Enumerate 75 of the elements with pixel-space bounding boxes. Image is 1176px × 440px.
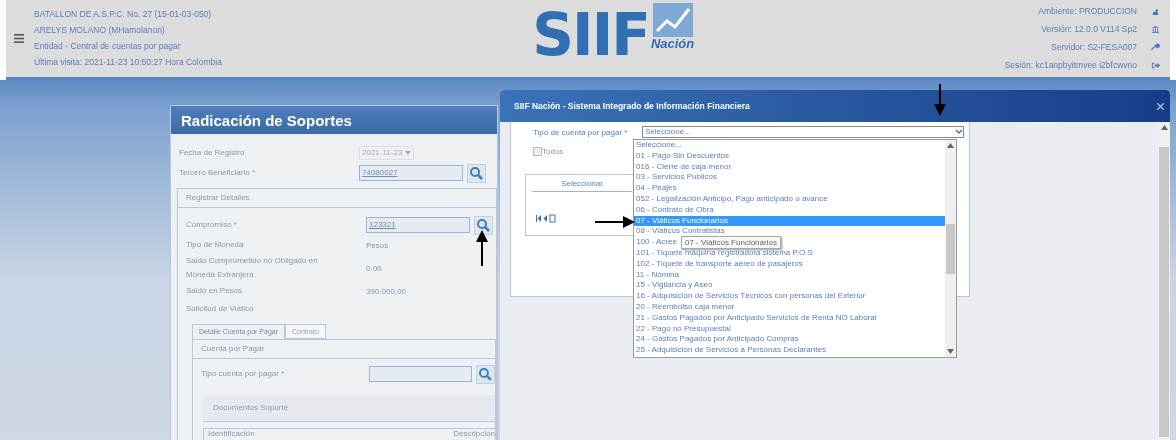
bank-icon[interactable] — [1151, 25, 1160, 34]
key-icon[interactable] — [1151, 43, 1160, 52]
scroll-thumb[interactable] — [1159, 147, 1169, 437]
dropdown-option[interactable]: 15 - Vigilancia y Aseo — [634, 280, 713, 292]
field-label: Compromiso * — [186, 219, 238, 231]
header-info-text: Sesión: kc1anpbyitmvee i2bfcwvno — [1004, 59, 1137, 72]
header-info-text: Ambiente: PRODUCCION — [1038, 5, 1137, 18]
up-arrow-icon — [476, 230, 488, 266]
dropdown-option[interactable]: 07 - Viáticos Funcionarios — [634, 215, 945, 227]
input-field[interactable]: 123321 — [366, 217, 470, 233]
field-value: 0.00 — [366, 263, 382, 273]
field-value: 390.000,00 — [366, 286, 407, 296]
dropdown-option[interactable]: 22 - Pago no Presupuestal — [634, 323, 731, 335]
dropdown-option[interactable]: 016 - Cierre de caja menor — [634, 161, 732, 173]
header-info-text: Servidor: S2-FESA007 — [1051, 41, 1137, 54]
dropdown-option[interactable]: Seleccione... — [634, 140, 682, 151]
dropdown-option[interactable]: 100 - Acree — [634, 237, 677, 248]
dropdown-option[interactable]: 01 - Pago Sin Descuentos — [634, 150, 729, 162]
search-icon[interactable] — [474, 215, 493, 235]
section-title: Documentos Soporte — [213, 402, 290, 414]
caret-icon[interactable] — [405, 151, 412, 155]
field-label: Fecha de Registro — [179, 147, 246, 159]
header-info-text: Última visita: 2021-11-23 10:50:27 Hora Colombia — [34, 56, 222, 69]
panel-title: Radicación de Soportes — [171, 106, 497, 134]
logo: SIIF Nación — [532, 2, 695, 71]
scroll-thumb[interactable] — [946, 223, 955, 274]
column-header: Descripción — [453, 429, 495, 440]
users-icon[interactable] — [1151, 7, 1160, 16]
dropdown-option[interactable]: 11 - Nómina — [634, 269, 679, 281]
dropdown-option[interactable]: 20 - Reembolso caja menor — [634, 301, 735, 313]
dropdown-option[interactable]: 06 - Contrato de Obra — [634, 204, 714, 216]
right-arrow-icon — [595, 216, 635, 228]
field-label: Tipo cuenta por pagar * — [201, 368, 286, 380]
dropdown-option[interactable]: 21 - Gastos Pagados por Anticipado Servicios de Renta NO Laboral — [634, 312, 877, 324]
section-title: Cuenta por Pagar — [201, 343, 266, 355]
close-icon[interactable] — [1157, 102, 1164, 110]
header-info-text: Versión: 12.0.0 V114 Sp2 — [1041, 23, 1137, 36]
dropdown-option[interactable]: 25 - Adquisicion de Servicios a Personas Declarantes — [634, 345, 826, 356]
dropdown-option[interactable]: 101 - Tiquete máquina registradora sistema P.O.S — [634, 247, 813, 259]
scroll-up-icon[interactable] — [947, 143, 954, 148]
dropdown-option[interactable]: 102 - Tiquete de transporte aéreo de pasajeros — [634, 258, 803, 270]
checkbox[interactable] — [533, 146, 542, 156]
type-select[interactable]: Seleccione... — [642, 126, 964, 138]
field-label: Saldo en Pesos — [186, 285, 244, 297]
field-label: Tercero Beneficiario * — [179, 167, 257, 179]
caret-icon[interactable] — [955, 129, 963, 135]
logout-icon[interactable] — [1151, 61, 1160, 70]
dropdown-option[interactable]: 08 - Viáticos Contratistas — [634, 226, 725, 238]
scrollbar[interactable] — [945, 140, 956, 357]
field-label: Solicitud de Viático — [186, 303, 255, 315]
menu-icon[interactable] — [14, 34, 24, 43]
dropdown-option[interactable]: 04 - Peajes — [634, 183, 677, 194]
dropdown-option[interactable]: 052 - Legalización Anticipo, Pago anticipado o avance — [634, 194, 828, 205]
field-label: Tipo de cuenta por pagar * — [533, 127, 629, 137]
input-field[interactable] — [369, 366, 473, 382]
dropdown-option[interactable]: 16 - Adquisición de Servicios Técnicos con personas del Exterior — [634, 291, 866, 302]
header-info-text: ARELYS MOLANO (MHamolanon) — [34, 24, 166, 37]
dropdown-option[interactable]: 24 - Gastos Pagados por Anticipado Compras — [634, 334, 799, 346]
scroll-up-icon[interactable] — [1160, 125, 1168, 130]
column-header: Seleccionar — [532, 175, 632, 192]
field-label: Saldo Comprometido no Obligado en Moneda Extranjera — [186, 255, 319, 281]
scrollbar[interactable] — [1158, 122, 1170, 440]
checkbox-label: Todos — [542, 146, 564, 156]
dropdown-option[interactable]: 03 - Servicios Publicos — [634, 172, 717, 184]
dialog-title: SIIF Nación - Sistema Integrado de Información Financiera — [514, 101, 750, 111]
section-title: Registrar Detalles — [186, 192, 251, 204]
tooltip: 07 - Viáticos Funcionarios — [681, 236, 781, 249]
header-info-text: BATALLON DE A.S.P.C. No. 27 (15-01-03-050) — [34, 8, 213, 21]
field-value: Pesos — [366, 240, 389, 250]
field-label: Tipo de Moneda — [186, 239, 245, 251]
header-info-text: Entidad - Central de cuentas por pagar — [34, 40, 182, 53]
input-field[interactable]: 74080027 — [359, 165, 463, 181]
column-header: Identificación — [208, 429, 255, 440]
scroll-down-icon[interactable] — [947, 349, 954, 354]
down-arrow-icon — [933, 84, 947, 116]
